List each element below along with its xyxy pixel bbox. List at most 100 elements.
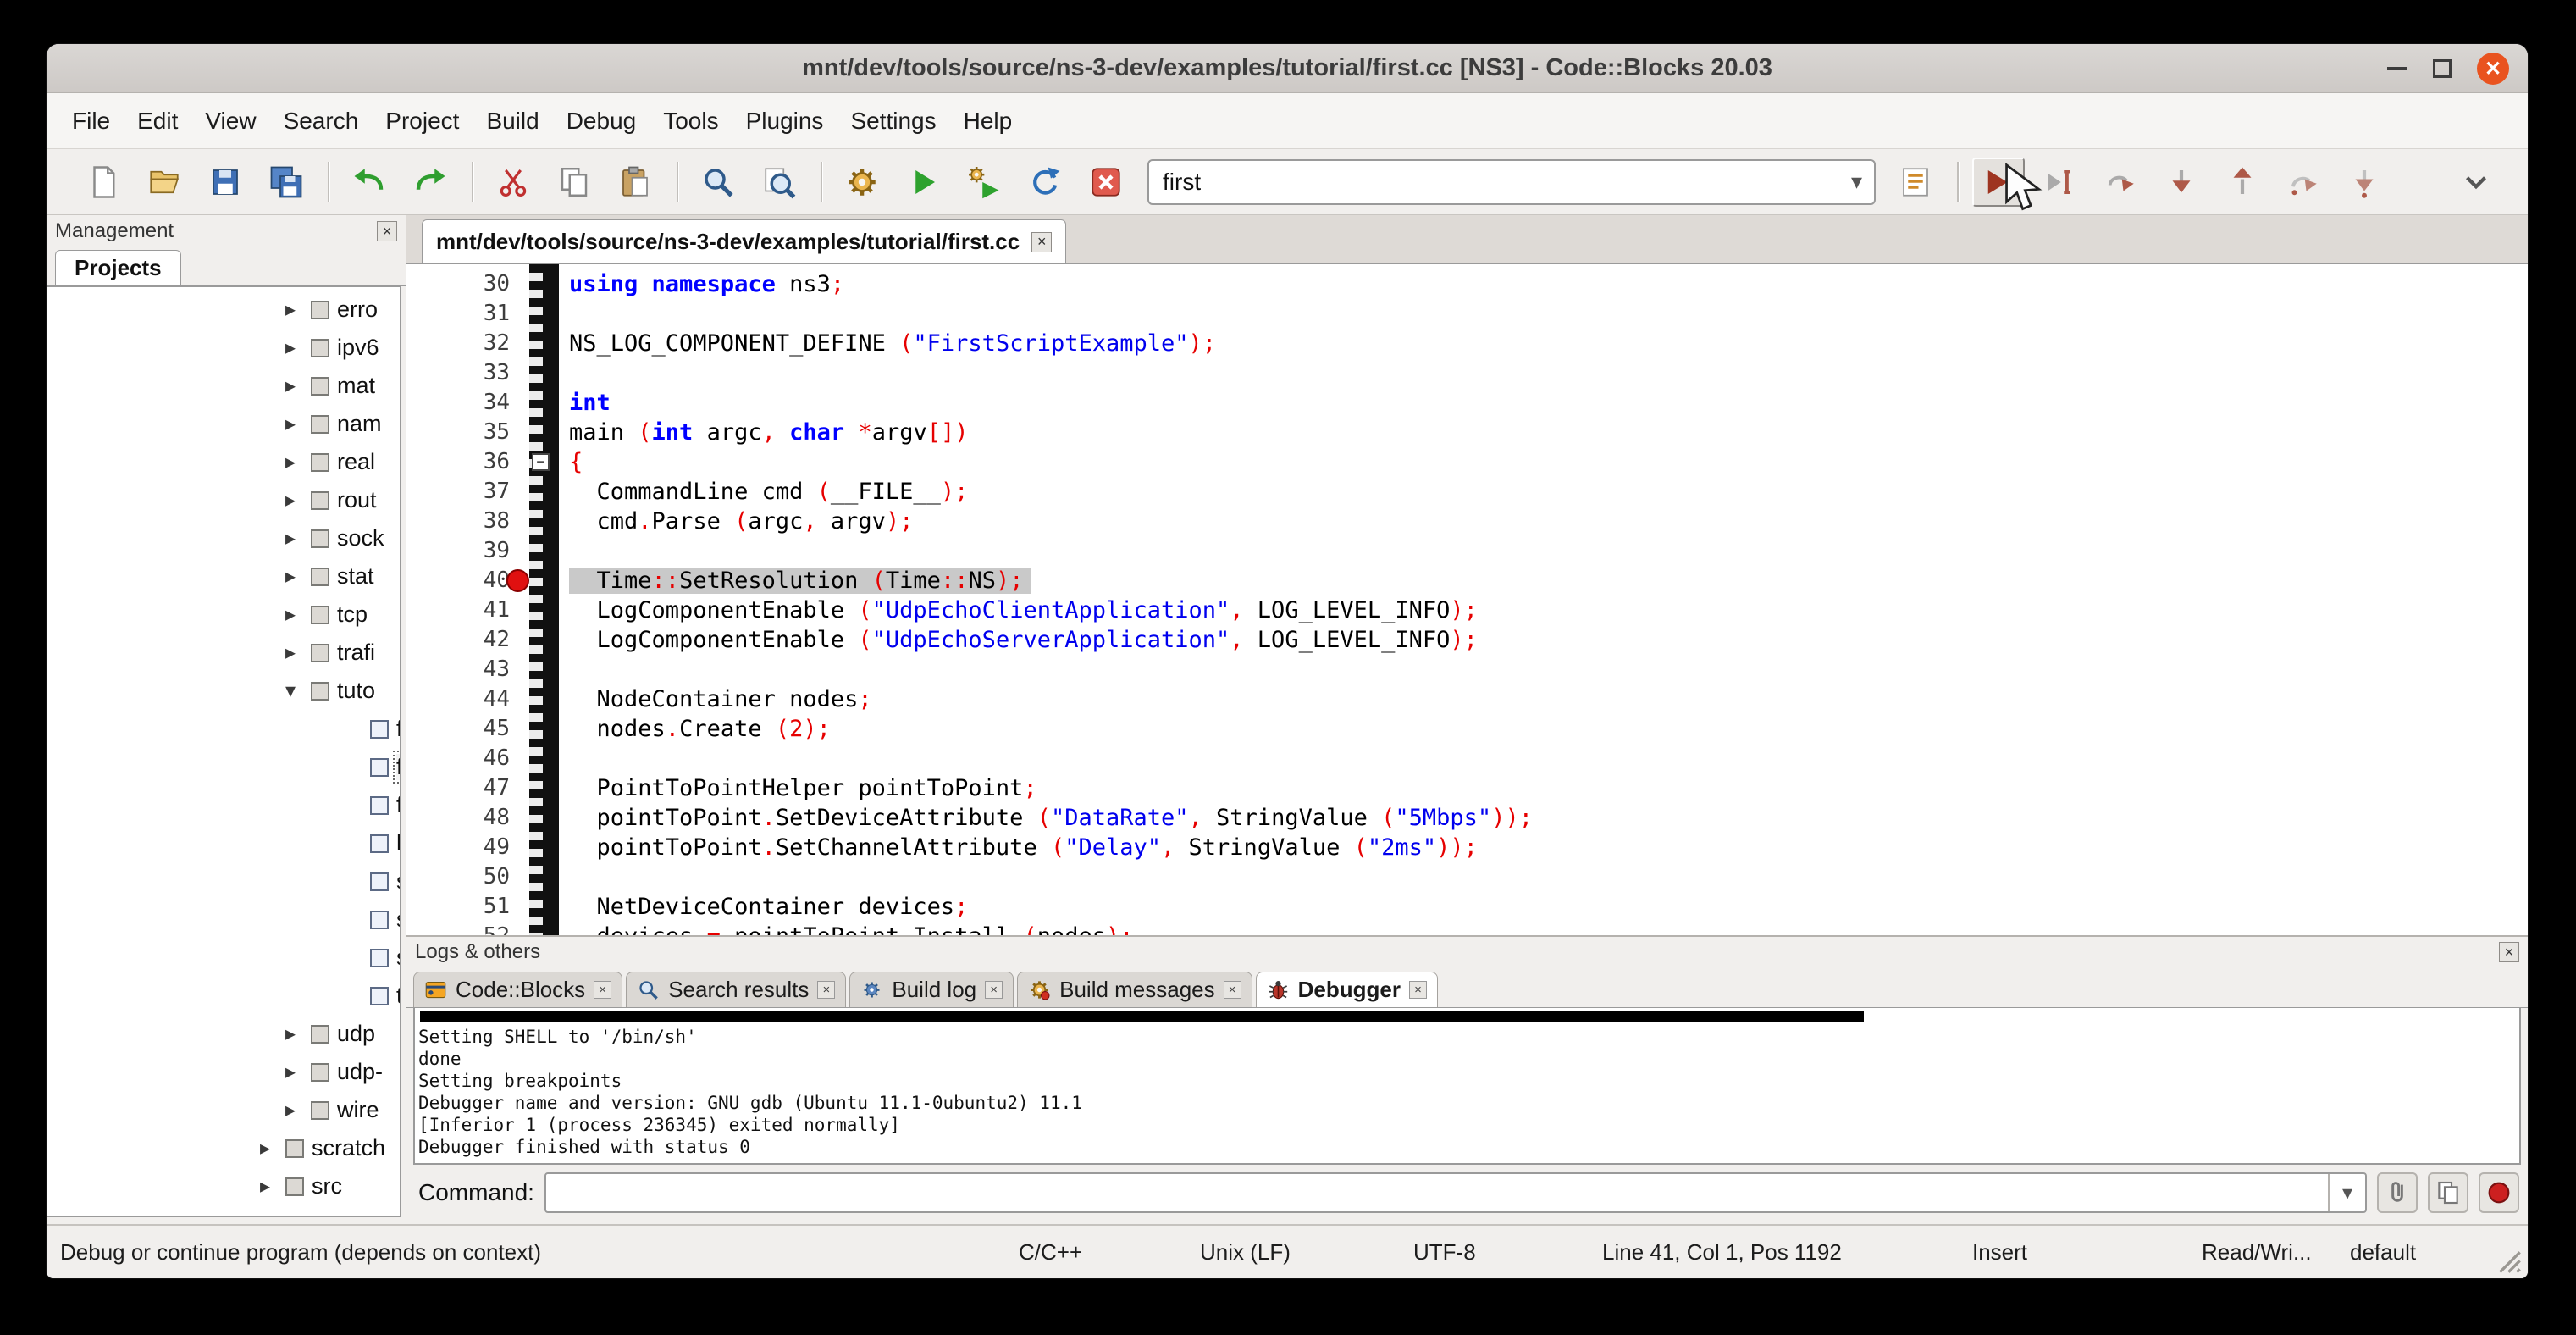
code-line-48[interactable]: 48 pointToPoint.SetDeviceAttribute ("Dat… [406, 803, 2528, 833]
paste-button[interactable] [609, 158, 661, 207]
menu-project[interactable]: Project [372, 94, 473, 148]
code-line-50[interactable]: 50 [406, 862, 2528, 892]
breakpoint-marker[interactable] [506, 569, 529, 592]
chevron-right-icon[interactable]: ▸ [285, 1060, 311, 1084]
find-in-files-button[interactable] [753, 158, 805, 207]
fold-marker-icon[interactable]: − [532, 453, 550, 471]
code-line-36[interactable]: 36{− [406, 447, 2528, 477]
tree-item-se[interactable]: se [47, 862, 400, 900]
menu-search[interactable]: Search [270, 94, 373, 148]
tab-close-icon[interactable]: × [1409, 981, 1427, 999]
open-file-button[interactable] [138, 158, 191, 207]
code-line-45[interactable]: 45 nodes.Create (2); [406, 714, 2528, 744]
save-button[interactable] [199, 158, 252, 207]
next-instruction-button[interactable] [2277, 158, 2330, 207]
editor-tab-first-cc[interactable]: mnt/dev/tools/source/ns-3-dev/examples/t… [422, 219, 1066, 263]
code-line-49[interactable]: 49 pointToPoint.SetChannelAttribute ("De… [406, 833, 2528, 862]
code-line-51[interactable]: 51 NetDeviceContainer devices; [406, 892, 2528, 922]
command-input[interactable]: ▾ [544, 1172, 2367, 1213]
symbols-list-button[interactable] [1889, 158, 1942, 207]
logs-tab-build-messages[interactable]: Build messages× [1017, 972, 1252, 1007]
resize-grip[interactable] [2489, 1241, 2523, 1275]
copy-log-button[interactable] [2428, 1172, 2468, 1213]
code-line-38[interactable]: 38 cmd.Parse (argc, argv); [406, 507, 2528, 536]
build-and-run-button[interactable] [958, 158, 1010, 207]
chevron-right-icon[interactable]: ▸ [285, 1022, 311, 1046]
tree-item-th[interactable]: th [47, 977, 400, 1015]
tree-item-src[interactable]: ▸src [47, 1167, 400, 1205]
code-line-47[interactable]: 47 PointToPointHelper pointToPoint; [406, 773, 2528, 803]
tab-close-icon[interactable]: × [985, 981, 1003, 999]
tree-item-rout[interactable]: ▸rout [47, 481, 400, 519]
chevron-right-icon[interactable]: ▸ [285, 526, 311, 551]
menu-help[interactable]: Help [950, 94, 1026, 148]
maximize-icon[interactable] [2433, 59, 2452, 78]
logs-tab-code-blocks[interactable]: Code::Blocks× [413, 972, 622, 1007]
code-line-43[interactable]: 43 [406, 655, 2528, 684]
close-icon[interactable]: ✕ [2477, 53, 2509, 85]
tree-item-nam[interactable]: ▸nam [47, 405, 400, 443]
chevron-down-icon[interactable]: ▾ [285, 679, 311, 703]
chevron-right-icon[interactable]: ▸ [285, 488, 311, 512]
logs-tab-build-log[interactable]: Build log× [849, 972, 1014, 1007]
tree-item-erro[interactable]: ▸erro [47, 291, 400, 329]
logs-tab-search-results[interactable]: Search results× [626, 972, 846, 1007]
code-line-41[interactable]: 41 LogComponentEnable ("UdpEchoClientApp… [406, 595, 2528, 625]
tree-item-mat[interactable]: ▸mat [47, 367, 400, 405]
chevron-right-icon[interactable]: ▸ [260, 1174, 285, 1199]
code-editor[interactable]: 30using namespace ns3;3132NS_LOG_COMPONE… [406, 264, 2528, 935]
pin-log-button[interactable] [2377, 1172, 2418, 1213]
code-line-44[interactable]: 44 NodeContainer nodes; [406, 684, 2528, 714]
build-button[interactable] [836, 158, 888, 207]
code-line-34[interactable]: 34int [406, 388, 2528, 418]
redo-button[interactable] [404, 158, 456, 207]
minimize-icon[interactable] [2387, 67, 2407, 70]
toolbar-overflow-button[interactable] [2450, 158, 2502, 207]
tree-item-real[interactable]: ▸real [47, 443, 400, 481]
chevron-right-icon[interactable]: ▸ [285, 374, 311, 398]
code-line-37[interactable]: 37 CommandLine cmd (__FILE__); [406, 477, 2528, 507]
tree-item-trafi[interactable]: ▸trafi [47, 634, 400, 672]
code-line-30[interactable]: 30using namespace ns3; [406, 269, 2528, 299]
chevron-right-icon[interactable]: ▸ [285, 564, 311, 589]
next-line-button[interactable] [2094, 158, 2147, 207]
tree-item-fir[interactable]: fir [47, 748, 400, 786]
tree-item-tuto[interactable]: ▾tuto [47, 672, 400, 710]
abort-build-button[interactable] [1080, 158, 1132, 207]
menu-build[interactable]: Build [473, 94, 552, 148]
tree-item-fo[interactable]: fo [47, 786, 400, 824]
management-close-icon[interactable]: × [377, 221, 397, 241]
tree-item-ipv6[interactable]: ▸ipv6 [47, 329, 400, 367]
code-line-52[interactable]: 52 devices = pointToPoint.Install (nodes… [406, 922, 2528, 935]
undo-button[interactable] [343, 158, 395, 207]
chevron-right-icon[interactable]: ▸ [285, 335, 311, 360]
tab-close-icon[interactable]: × [594, 981, 611, 999]
code-line-32[interactable]: 32NS_LOG_COMPONENT_DEFINE ("FirstScriptE… [406, 329, 2528, 358]
rebuild-button[interactable] [1019, 158, 1071, 207]
logs-tab-debugger[interactable]: Debugger× [1256, 972, 1438, 1007]
tab-close-icon[interactable]: × [817, 981, 835, 999]
new-file-button[interactable] [77, 158, 130, 207]
code-line-40[interactable]: 40 Time::SetResolution (Time::NS); [406, 566, 2528, 595]
find-button[interactable] [692, 158, 744, 207]
tab-projects[interactable]: Projects [55, 250, 181, 285]
chevron-right-icon[interactable]: ▸ [285, 297, 311, 322]
save-all-button[interactable] [260, 158, 312, 207]
tree-item-he[interactable]: he [47, 824, 400, 862]
code-line-42[interactable]: 42 LogComponentEnable ("UdpEchoServerApp… [406, 625, 2528, 655]
menu-file[interactable]: File [58, 94, 124, 148]
code-line-35[interactable]: 35main (int argc, char *argv[]) [406, 418, 2528, 447]
menu-view[interactable]: View [191, 94, 269, 148]
step-into-button[interactable] [2155, 158, 2208, 207]
tree-item-tcp[interactable]: ▸tcp [47, 595, 400, 634]
tree-item-udp-[interactable]: ▸udp- [47, 1053, 400, 1091]
stop-debugger-button[interactable] [2479, 1172, 2519, 1213]
menu-debug[interactable]: Debug [553, 94, 650, 148]
editor-tab-close-icon[interactable]: × [1031, 232, 1052, 252]
titlebar[interactable]: mnt/dev/tools/source/ns-3-dev/examples/t… [47, 44, 2528, 93]
command-dropdown-icon[interactable]: ▾ [2328, 1174, 2365, 1211]
code-line-33[interactable]: 33 [406, 358, 2528, 388]
menu-plugins[interactable]: Plugins [732, 94, 837, 148]
tree-item-fif[interactable]: fif [47, 710, 400, 748]
debugger-output[interactable]: Setting SHELL to '/bin/sh'doneSetting br… [413, 1008, 2521, 1165]
